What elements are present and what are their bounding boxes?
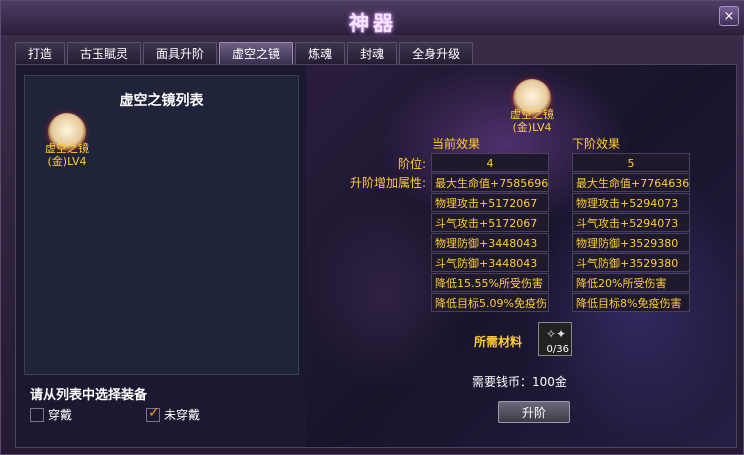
current-effect-line: 斗气攻击+5172067 <box>431 213 549 232</box>
next-effect-line: 斗气攻击+5294073 <box>572 213 690 232</box>
tab-void-mirror[interactable]: 虚空之镜 <box>219 42 294 64</box>
next-effect-header: 下阶效果 <box>572 137 621 151</box>
list-item-name: 虚空之镜 <box>45 142 89 155</box>
window-title: 神器 <box>349 11 397 35</box>
tab-ancient-jade[interactable]: 古玉賦灵 <box>67 42 142 64</box>
current-effect-line: 物理攻击+5172067 <box>431 193 549 212</box>
next-effect-line: 物理攻击+5294073 <box>572 193 690 212</box>
upgrade-button[interactable]: 升阶 <box>498 401 570 423</box>
cost-text: 需要钱币：100金 <box>472 375 567 389</box>
current-effect-line: 降低目标5.09%免疫伤 <box>431 293 549 312</box>
material-count: 0/36 <box>546 344 569 355</box>
title-bar[interactable]: 神器 × <box>1 1 744 35</box>
tab-mask-upgrade[interactable]: 面具升阶 <box>143 42 218 64</box>
tab-forge[interactable]: 打造 <box>15 42 66 64</box>
current-effect-header: 当前效果 <box>432 137 481 151</box>
checkbox[interactable]: ✓ <box>146 404 160 422</box>
list-title: 虚空之镜列表 <box>119 93 204 109</box>
close-button[interactable]: × <box>719 6 739 26</box>
next-effect-line: 降低目标8%免疫伤害 <box>572 293 690 312</box>
next-effect-line: 最大生命值+77646360 <box>572 173 690 192</box>
current-effect-line: 降低15.55%所受伤害 <box>431 273 549 292</box>
tab-full-upgrade[interactable]: 全身升级 <box>399 42 474 64</box>
check-icon: ✓ <box>148 404 160 421</box>
current-effect-line: 最大生命值+75856965 <box>431 173 549 192</box>
next-effect-line: 降低20%所受伤害 <box>572 273 690 292</box>
tab-refine-soul[interactable]: 炼魂 <box>295 42 346 64</box>
tab-bar: 打造 古玉賦灵 面具升阶 虚空之镜 炼魂 封魂 全身升级 <box>15 42 475 64</box>
equipment-list-panel: 虚空之镜列表 虚空之镜 (金)LV4 <box>24 75 299 375</box>
artifact-window: 神器 × 打造 古玉賦灵 面具升阶 虚空之镜 炼魂 封魂 全身升级 虚空之镜列表… <box>0 0 744 455</box>
next-stage-value: 5 <box>572 153 690 172</box>
material-crystal-icon: ✧✦ <box>546 327 567 341</box>
material-slot[interactable]: ✧✦ 0/36 <box>538 322 572 356</box>
checkbox-label: 穿戴 <box>48 408 73 422</box>
select-hint: 请从列表中选择装备 <box>30 388 148 403</box>
current-effect-line: 物理防御+3448043 <box>431 233 549 252</box>
preview-name: 虚空之镜 <box>510 108 554 121</box>
current-stage-value: 4 <box>431 153 549 172</box>
attr-label: 升阶增加属性: <box>349 176 426 190</box>
next-effect-line: 斗气防御+3529380 <box>572 253 690 272</box>
stage-label: 阶位: <box>397 157 426 171</box>
tab-seal-soul[interactable]: 封魂 <box>347 42 398 64</box>
list-item-grade: (金)LV4 <box>47 155 87 168</box>
preview-grade: (金)LV4 <box>512 121 552 134</box>
filter-equipped[interactable]: 穿戴 <box>30 406 72 423</box>
tab-content: 虚空之镜列表 虚空之镜 (金)LV4 请从列表中选择装备 穿戴 ✓ 未穿戴 虚空… <box>15 64 737 448</box>
checkbox[interactable] <box>30 407 44 422</box>
checkbox-label: 未穿戴 <box>164 408 201 422</box>
filter-unequipped[interactable]: ✓ 未穿戴 <box>146 404 201 423</box>
next-effect-line: 物理防御+3529380 <box>572 233 690 252</box>
materials-label: 所需材料 <box>474 335 523 349</box>
current-effect-line: 斗气防御+3448043 <box>431 253 549 272</box>
